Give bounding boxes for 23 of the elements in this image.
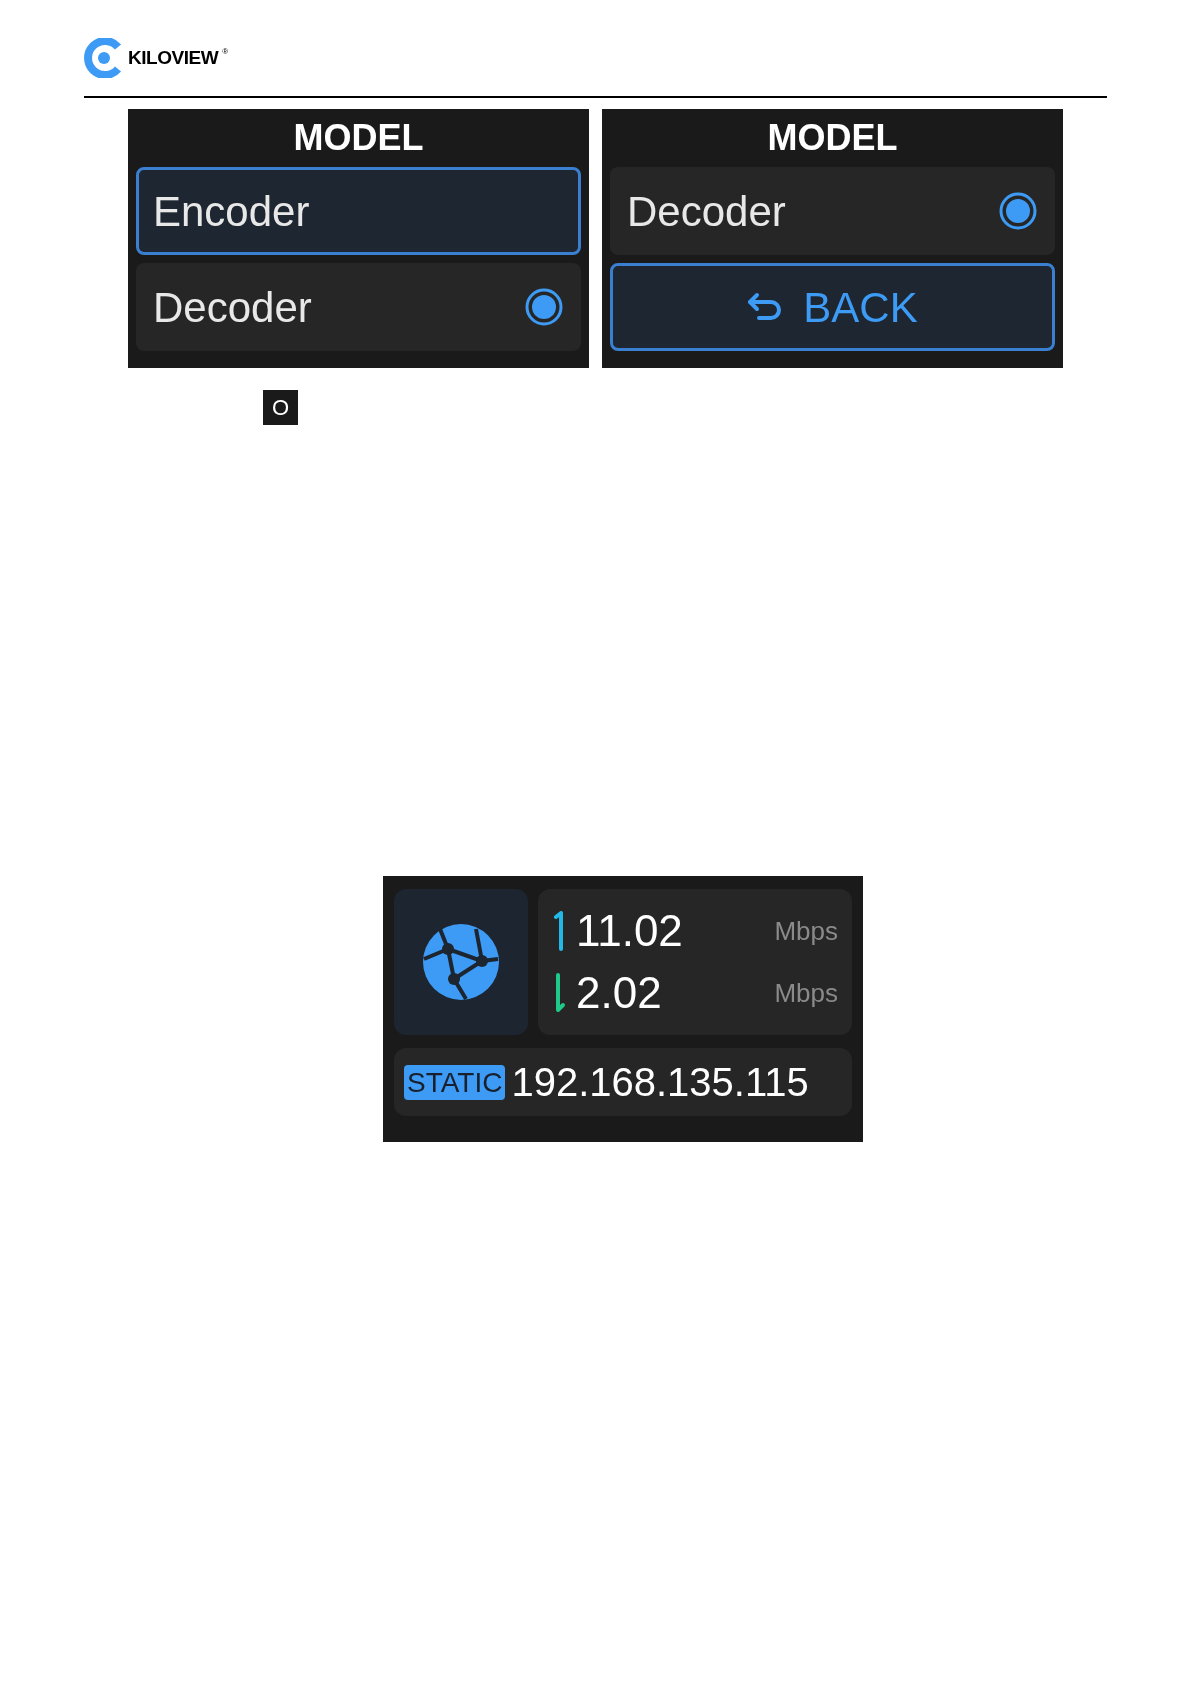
option-row[interactable]: Decoder <box>610 167 1055 255</box>
option-row[interactable]: Decoder <box>136 263 581 351</box>
globe-icon <box>420 921 502 1003</box>
ip-address: 192.168.135.115 <box>511 1062 809 1102</box>
radio-button[interactable] <box>524 287 564 327</box>
rate-unit: Mbps <box>774 980 838 1006</box>
logo-wordmark: KILOVIEW <box>128 45 219 70</box>
option-label: Encoder <box>153 186 310 237</box>
rate-unit: Mbps <box>774 918 838 944</box>
radio-button[interactable] <box>998 191 1038 231</box>
screen-title: MODEL <box>767 116 898 160</box>
option-label: Decoder <box>153 282 312 333</box>
logo-icon <box>84 38 124 78</box>
option-label: Decoder <box>627 186 786 237</box>
key-label: O <box>271 394 290 422</box>
rate-value: 11.02 <box>576 909 683 953</box>
ip-mode-badge: STATIC <box>404 1064 506 1100</box>
option-row[interactable]: Encoder <box>136 167 581 255</box>
return-arrow-icon <box>747 292 784 322</box>
registered-mark: ® <box>222 46 229 58</box>
rate-value: 2.02 <box>576 971 662 1015</box>
back-button[interactable]: BACK <box>610 263 1055 351</box>
screen-title: MODEL <box>293 116 424 160</box>
